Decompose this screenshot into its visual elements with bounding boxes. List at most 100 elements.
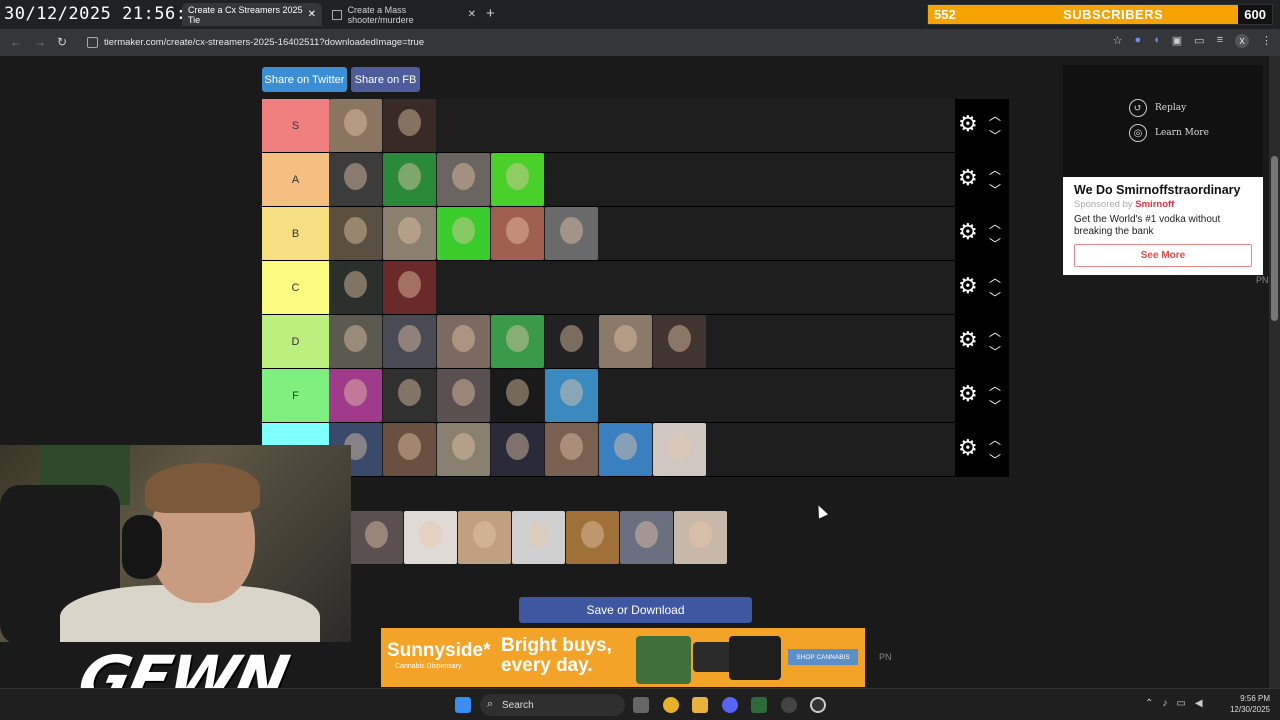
chevron-up-icon[interactable]: ︿ (989, 269, 1001, 286)
sidepanel-icon[interactable]: ▭ (1194, 34, 1204, 48)
media-icon[interactable]: ≡ (1217, 34, 1223, 48)
streamer-thumbnail[interactable] (437, 369, 490, 422)
close-icon[interactable]: ✕ (308, 9, 316, 20)
new-tab-button[interactable]: + (486, 5, 495, 22)
tier-label[interactable]: D (262, 315, 329, 368)
page-scrollbar[interactable] (1269, 56, 1280, 688)
gear-icon[interactable]: ⚙ (958, 275, 980, 297)
streamer-thumbnail[interactable] (620, 511, 673, 564)
chevron-up-icon[interactable]: ︿ (989, 161, 1001, 178)
streamer-thumbnail[interactable] (329, 369, 382, 422)
streamer-thumbnail[interactable] (599, 315, 652, 368)
chrome-icon[interactable] (663, 697, 679, 713)
chevron-down-icon[interactable]: ﹀ (989, 181, 1001, 198)
streamer-thumbnail[interactable] (383, 261, 436, 314)
streamer-thumbnail[interactable] (383, 369, 436, 422)
streamer-thumbnail[interactable] (491, 369, 544, 422)
streamer-thumbnail[interactable] (437, 153, 490, 206)
chevron-up-icon[interactable]: ︿ (989, 431, 1001, 448)
ad-see-more-button[interactable]: See More (1074, 244, 1252, 267)
reload-icon[interactable]: ↻ (57, 35, 67, 49)
extension-icon[interactable]: ● (1134, 34, 1141, 48)
tier-label[interactable]: S (262, 99, 329, 152)
streamer-thumbnail[interactable] (491, 315, 544, 368)
streamer-thumbnail[interactable] (653, 315, 706, 368)
streamer-thumbnail[interactable] (329, 99, 382, 152)
shop-cannabis-button[interactable]: SHOP CANNABIS (788, 649, 858, 665)
streamer-thumbnail[interactable] (383, 315, 436, 368)
streamer-thumbnail[interactable] (491, 207, 544, 260)
share-fb-button[interactable]: Share on FB (351, 67, 420, 92)
streamer-thumbnail[interactable] (437, 315, 490, 368)
chevron-up-icon[interactable]: ︿ (989, 377, 1001, 394)
streamer-thumbnail[interactable] (545, 423, 598, 476)
puzzle-icon[interactable]: ▣ (1172, 34, 1182, 48)
chevron-down-icon[interactable]: ﹀ (989, 451, 1001, 468)
streamer-thumbnail[interactable] (383, 207, 436, 260)
close-icon[interactable]: ✕ (468, 9, 476, 20)
streamer-thumbnail[interactable] (566, 511, 619, 564)
gear-icon[interactable]: ⚙ (958, 437, 980, 459)
taskbar-search[interactable]: ⌕ Search (480, 694, 625, 716)
chevron-up-icon[interactable]: ︿ (989, 215, 1001, 232)
streamer-thumbnail[interactable] (674, 511, 727, 564)
gear-icon[interactable]: ⚙ (958, 167, 980, 189)
task-view-icon[interactable] (633, 697, 649, 713)
streamer-thumbnail[interactable] (653, 423, 706, 476)
clock-app-icon[interactable] (810, 697, 826, 713)
streamer-thumbnail[interactable] (491, 153, 544, 206)
url-field[interactable]: tiermaker.com/create/cx-streamers-2025-1… (80, 32, 1080, 53)
scrollbar-thumb[interactable] (1271, 156, 1278, 321)
streamer-thumbnail[interactable] (383, 423, 436, 476)
tier-label[interactable]: C (262, 261, 329, 314)
ad-learn-more[interactable]: ◎ Learn More (1129, 124, 1209, 142)
streamer-thumbnail[interactable] (329, 207, 382, 260)
gear-icon[interactable]: ⚙ (958, 329, 980, 351)
audio-icon[interactable]: ◖ (1153, 34, 1160, 48)
ad-smirnoff[interactable]: ↺ Replay ◎ Learn More We Do Smirnoffstra… (1063, 65, 1263, 275)
back-icon[interactable]: ← (10, 35, 22, 49)
network-icon[interactable]: ▭ (1176, 698, 1185, 709)
chevron-down-icon[interactable]: ﹀ (989, 343, 1001, 360)
streamer-thumbnail[interactable] (350, 511, 403, 564)
streamer-thumbnail[interactable] (458, 511, 511, 564)
streamer-thumbnail[interactable] (404, 511, 457, 564)
star-icon[interactable]: ☆ (1113, 34, 1123, 48)
streamer-thumbnail[interactable] (545, 369, 598, 422)
streamer-thumbnail[interactable] (329, 261, 382, 314)
discord-icon[interactable] (722, 697, 738, 713)
streamer-thumbnail[interactable] (437, 423, 490, 476)
forward-icon[interactable]: → (34, 35, 46, 49)
taskbar-clock[interactable]: 9:56 PM 12/30/2025 (1230, 693, 1270, 715)
ad-video[interactable]: ↺ Replay ◎ Learn More (1063, 65, 1263, 177)
tier-label[interactable]: A (262, 153, 329, 206)
windows-start-icon[interactable] (455, 697, 471, 713)
gear-icon[interactable]: ⚙ (958, 221, 980, 243)
streamer-thumbnail[interactable] (437, 207, 490, 260)
gear-icon[interactable]: ⚙ (958, 383, 980, 405)
streamer-thumbnail[interactable] (599, 423, 652, 476)
streamer-thumbnail[interactable] (512, 511, 565, 564)
tier-label[interactable]: B (262, 207, 329, 260)
excel-icon[interactable] (751, 697, 767, 713)
tab-mass-shooter[interactable]: Create a Mass shooter/murdere ✕ (326, 3, 482, 26)
chevron-down-icon[interactable]: ﹀ (989, 289, 1001, 306)
ad-replay[interactable]: ↺ Replay (1129, 99, 1186, 117)
chevron-down-icon[interactable]: ﹀ (989, 127, 1001, 144)
chevron-down-icon[interactable]: ﹀ (989, 397, 1001, 414)
streamer-thumbnail[interactable] (491, 423, 544, 476)
site-info-icon[interactable] (87, 37, 98, 48)
streamer-thumbnail[interactable] (329, 315, 382, 368)
chevron-up-icon[interactable]: ︿ (989, 323, 1001, 340)
chevron-down-icon[interactable]: ﹀ (989, 235, 1001, 252)
file-explorer-icon[interactable] (692, 697, 708, 713)
chevron-up-icon[interactable]: ︿ (989, 107, 1001, 124)
streamer-thumbnail[interactable] (545, 207, 598, 260)
share-twitter-button[interactable]: Share on Twitter (262, 67, 347, 92)
obs-icon[interactable] (781, 697, 797, 713)
streamer-thumbnail[interactable] (383, 153, 436, 206)
microphone-icon[interactable]: ♪ (1162, 698, 1167, 709)
profile-avatar[interactable]: X (1235, 34, 1249, 48)
streamer-thumbnail[interactable] (329, 153, 382, 206)
tier-label[interactable]: F (262, 369, 329, 422)
